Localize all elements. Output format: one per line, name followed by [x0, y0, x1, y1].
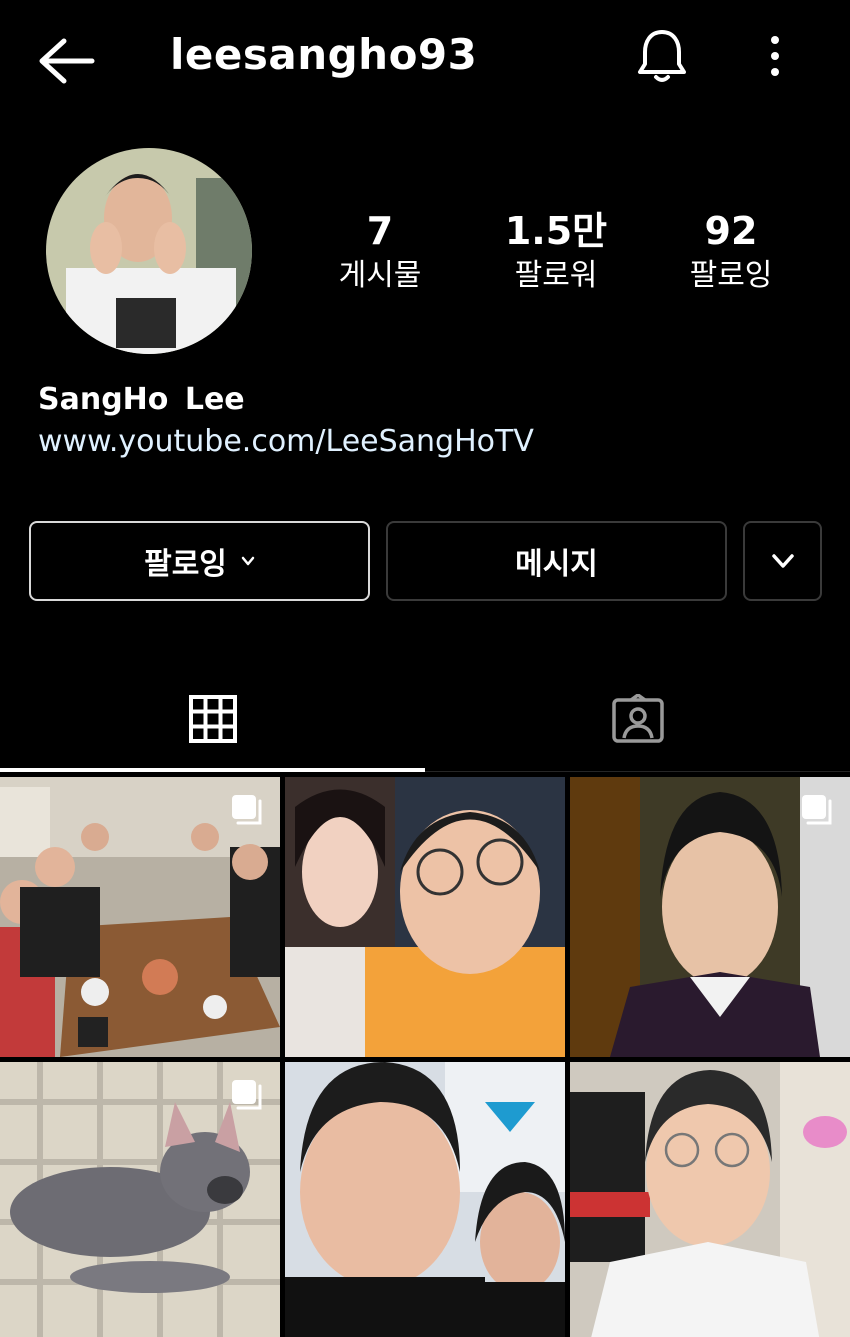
active-tab-indicator: [0, 768, 425, 772]
couple-selfie-photo: [285, 777, 565, 1057]
stat-followers-label: 팔로워: [514, 258, 598, 293]
stat-posts-value: 7: [366, 209, 394, 253]
post-thumbnail[interactable]: [285, 1062, 565, 1337]
tab-posts-grid[interactable]: [0, 665, 425, 773]
stat-following[interactable]: 92 팔로잉: [656, 208, 806, 296]
stat-posts-label: 게시물: [338, 258, 422, 293]
post-thumbnail[interactable]: [570, 1062, 850, 1337]
stat-following-value: 92: [704, 209, 758, 253]
bell-icon[interactable]: [634, 28, 690, 84]
chevron-down-icon: [241, 556, 255, 566]
post-thumbnail[interactable]: [285, 777, 565, 1057]
tagged-person-icon: [611, 694, 664, 743]
suggested-accounts-button[interactable]: [743, 521, 822, 601]
post-thumbnail[interactable]: [0, 1062, 280, 1337]
message-button-label: 메시지: [515, 547, 598, 582]
post-thumbnail[interactable]: [0, 777, 280, 1057]
back-arrow-icon[interactable]: [36, 36, 96, 86]
stat-followers[interactable]: 1.5만 팔로워: [481, 208, 631, 296]
grid-icon: [188, 695, 237, 743]
profile-username-title: leesangho93: [170, 30, 478, 79]
following-button[interactable]: 팔로잉: [29, 521, 370, 601]
multiple-photos-icon: [232, 1080, 262, 1110]
stat-following-label: 팔로잉: [689, 258, 773, 293]
multiple-photos-icon: [232, 795, 262, 825]
more-options-icon[interactable]: [760, 34, 790, 78]
following-button-label: 팔로잉: [144, 547, 227, 582]
stat-followers-value: 1.5만: [504, 209, 608, 253]
multiple-photos-icon: [802, 795, 832, 825]
room-selfie-photo: [570, 1062, 850, 1337]
stat-posts: 7 게시물: [305, 208, 455, 296]
message-button[interactable]: 메시지: [386, 521, 727, 601]
tab-tagged[interactable]: [425, 665, 850, 773]
profile-full-name: SangHo Lee: [38, 382, 245, 417]
top-bar: leesangho93: [0, 0, 850, 118]
profile-avatar[interactable]: [46, 148, 252, 354]
chevron-down-icon: [771, 554, 794, 568]
profile-website-link[interactable]: www.youtube.com/LeeSangHoTV: [38, 424, 534, 459]
avatar-photo: [46, 148, 252, 354]
post-thumbnail[interactable]: [570, 777, 850, 1057]
friends-selfie-photo: [285, 1062, 565, 1337]
